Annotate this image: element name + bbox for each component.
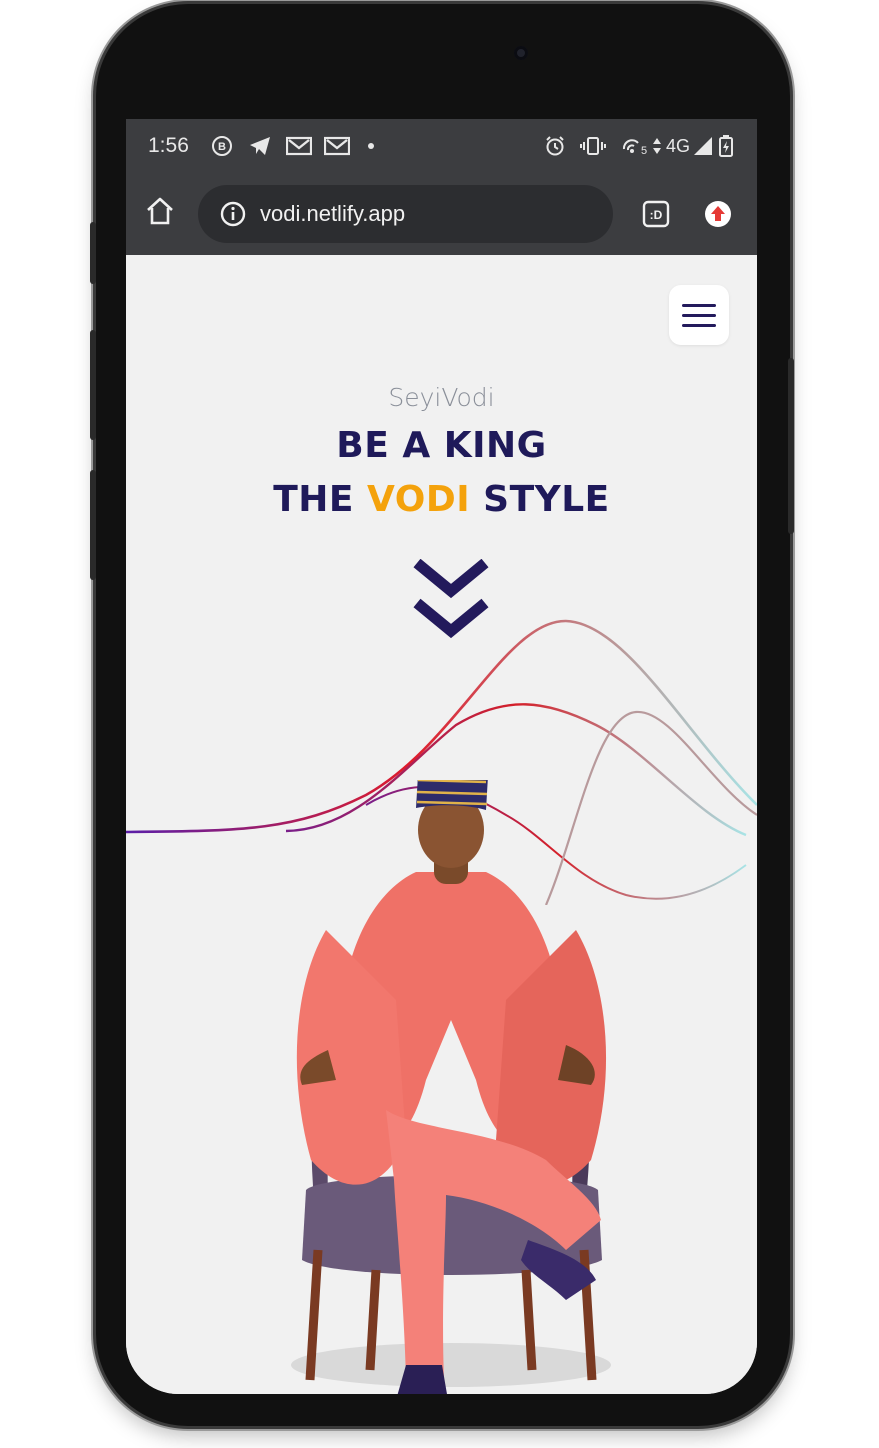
- business-chat-icon: B: [210, 133, 234, 159]
- phone-power-button: [788, 358, 794, 534]
- telegram-icon: [247, 133, 273, 159]
- phone-side-button: [90, 222, 96, 284]
- alarm-icon: [543, 133, 567, 159]
- update-button[interactable]: [703, 199, 733, 229]
- front-camera: [514, 46, 528, 60]
- model-seated-in-armchair: [291, 780, 611, 1394]
- signal-icon: [692, 133, 714, 159]
- hamburger-menu-button[interactable]: [669, 285, 729, 345]
- phone-side-button: [90, 330, 96, 440]
- hotspot-icon: 5: [620, 133, 650, 159]
- home-button[interactable]: [144, 195, 176, 227]
- svg-text::D: :D: [650, 208, 663, 222]
- url-text[interactable]: vodi.netlify.app: [260, 201, 405, 227]
- headline-accent: VODI: [367, 479, 471, 520]
- info-icon[interactable]: [220, 201, 246, 227]
- menu-line: [682, 314, 716, 317]
- phone-screen: 1:56 B 5 4G vodi.netlify.app:D SeyiVodi…: [126, 119, 757, 1394]
- address-bar[interactable]: vodi.netlify.app: [198, 185, 613, 243]
- menu-line: [682, 304, 716, 307]
- update-icon: [705, 201, 731, 227]
- headline-suffix: STYLE: [470, 479, 610, 520]
- hero-headline-line2: THE VODI STYLE: [126, 479, 757, 520]
- menu-line: [682, 324, 716, 327]
- vibrate-icon: [580, 133, 606, 159]
- hero-headline-line1: BE A KING: [336, 425, 547, 466]
- home-icon: [147, 197, 173, 225]
- phone-side-button: [90, 470, 96, 580]
- tab-switcher-icon: :D: [642, 200, 670, 228]
- svg-text:B: B: [218, 141, 226, 153]
- dot-icon: [366, 133, 376, 159]
- data-arrows-icon: [652, 133, 662, 159]
- headline-prefix: THE: [273, 479, 368, 520]
- tab-switcher-button[interactable]: :D: [642, 200, 670, 228]
- gmail-icon: [285, 133, 313, 159]
- svg-text:5: 5: [641, 145, 647, 157]
- website-page: SeyiVodi BE A KING THE VODI STYLE: [126, 255, 757, 1394]
- status-time: 1:56: [148, 134, 189, 157]
- network-type-label: 4G: [665, 135, 690, 156]
- gmail-icon: [323, 133, 351, 159]
- browser-toolbar: vodi.netlify.app :D: [126, 173, 757, 255]
- brand-name: SeyiVodi: [388, 383, 495, 412]
- status-bar: 1:56 B 5 4G: [126, 119, 757, 173]
- battery-icon: [718, 133, 734, 159]
